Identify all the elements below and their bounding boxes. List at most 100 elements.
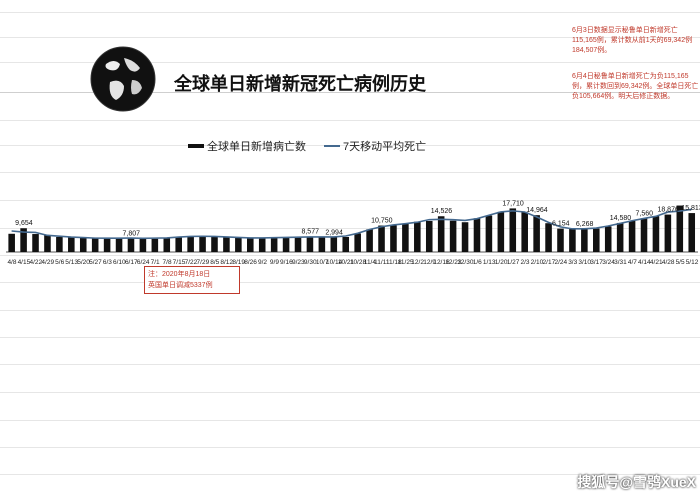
bar bbox=[91, 238, 99, 252]
bar bbox=[32, 234, 39, 252]
bar bbox=[449, 220, 457, 252]
bar bbox=[354, 233, 361, 252]
bar bbox=[402, 223, 409, 252]
gridline bbox=[0, 310, 700, 311]
x-tick-label: 9/9 bbox=[270, 259, 279, 266]
x-tick-label: 7/1 bbox=[151, 259, 160, 266]
data-label: 15,813 bbox=[681, 205, 700, 212]
bar bbox=[139, 237, 147, 252]
bar bbox=[390, 225, 397, 252]
x-tick-label: 2/24 bbox=[554, 259, 567, 266]
data-label: 2,994 bbox=[325, 229, 343, 236]
gridline bbox=[0, 364, 700, 365]
callout-box: 注：2020年8月18日 英国单日调减5337例 bbox=[144, 266, 240, 294]
bar bbox=[652, 216, 660, 252]
bar bbox=[593, 228, 600, 252]
bar bbox=[378, 225, 385, 252]
bar bbox=[270, 237, 278, 252]
bar bbox=[151, 238, 159, 252]
gridline bbox=[0, 120, 700, 121]
gridline bbox=[0, 392, 700, 393]
data-label: 14,580 bbox=[610, 215, 632, 222]
annotation-note-1: 6月3日数据显示秘鲁单日新增死亡115,165例，累计数从前1天的69,342例… bbox=[572, 27, 693, 54]
data-label: 7,560 bbox=[636, 210, 654, 217]
bar bbox=[640, 218, 648, 252]
bar bbox=[318, 236, 326, 252]
data-label: 6,154 bbox=[552, 221, 570, 228]
bar bbox=[437, 216, 445, 252]
bar bbox=[628, 220, 636, 252]
x-tick-label: 4/7 bbox=[628, 259, 637, 266]
x-tick-label: 3/31 bbox=[614, 259, 627, 266]
bar bbox=[664, 214, 672, 252]
bar bbox=[258, 238, 266, 252]
x-tick-label: 9/2 bbox=[258, 259, 267, 266]
bar bbox=[306, 236, 314, 252]
gridline bbox=[0, 172, 700, 173]
data-label: 14,964 bbox=[526, 207, 548, 214]
bar bbox=[461, 222, 469, 252]
gridline bbox=[0, 447, 700, 448]
bar bbox=[223, 236, 230, 252]
bar bbox=[56, 236, 63, 252]
bar bbox=[581, 229, 588, 252]
x-tick-label: 4/28 bbox=[662, 259, 675, 266]
chart-title: 全球单日新增新冠死亡病例历史 bbox=[174, 74, 426, 94]
data-label: 7,807 bbox=[123, 230, 141, 237]
x-tick-label: 4/8 bbox=[7, 259, 16, 266]
bar bbox=[342, 236, 350, 252]
bar bbox=[366, 229, 373, 252]
annotation-note-2: 6月4日秘鲁单日新增死亡为负115,165例，累计数回到69,342例。全球单日… bbox=[572, 73, 699, 100]
x-tick-label: 5/12 bbox=[686, 259, 699, 266]
x-tick-label: 5/5 bbox=[676, 259, 685, 266]
x-tick-label: 7/29 bbox=[197, 259, 210, 266]
bar bbox=[79, 237, 87, 252]
bar bbox=[425, 220, 433, 252]
bar bbox=[688, 213, 696, 252]
x-tick-label: 3/3 bbox=[568, 259, 577, 266]
legend: 全球单日新增病亡数 7天移动平均死亡 bbox=[188, 138, 426, 154]
bar bbox=[521, 212, 528, 252]
gridline bbox=[0, 420, 700, 421]
x-tick-label: 7/8 bbox=[163, 259, 172, 266]
bar bbox=[473, 218, 481, 252]
bar bbox=[127, 238, 135, 252]
legend-bar-swatch bbox=[188, 144, 204, 148]
bar bbox=[414, 221, 421, 252]
bar bbox=[294, 237, 302, 252]
x-tick-label: 5/6 bbox=[55, 259, 64, 266]
data-label: 14,526 bbox=[431, 208, 453, 215]
globe-icon bbox=[88, 44, 158, 114]
bar bbox=[68, 236, 75, 252]
bar bbox=[557, 228, 564, 252]
bar bbox=[509, 208, 517, 252]
x-tick-label: 6/24 bbox=[137, 259, 150, 266]
x-tick-label: 8/5 bbox=[210, 259, 219, 266]
data-label: 8,577 bbox=[301, 229, 319, 236]
bar bbox=[497, 211, 505, 252]
bar bbox=[8, 233, 15, 252]
x-tick-label: 8/26 bbox=[244, 259, 257, 266]
x-tick-label: 4/29 bbox=[41, 259, 54, 266]
bar bbox=[604, 226, 612, 252]
gridline bbox=[0, 12, 700, 13]
data-label: 9,654 bbox=[15, 220, 33, 227]
bar bbox=[330, 237, 338, 252]
bar bbox=[616, 222, 624, 252]
callout-line-2: 英国单日调减5337例 bbox=[148, 282, 213, 289]
bar bbox=[247, 237, 254, 252]
bar bbox=[282, 237, 290, 252]
bar bbox=[211, 236, 218, 252]
x-tick-label: 2/3 bbox=[520, 259, 529, 266]
bar bbox=[115, 237, 123, 252]
data-label: 18,876 bbox=[657, 207, 679, 214]
gridline bbox=[0, 337, 700, 338]
x-tick-label: 5/27 bbox=[89, 259, 102, 266]
chart-area: 4/8 4/15 4/22 4/29 5/6 5/13 5/20 5/27 6/3 6/10 6/1… bbox=[6, 200, 700, 266]
bar bbox=[187, 236, 194, 252]
callout-line-1: 注：2020年8月18日 bbox=[148, 271, 211, 278]
bar bbox=[569, 228, 576, 252]
bar bbox=[235, 237, 242, 252]
x-tick-label: 1/27 bbox=[507, 259, 520, 266]
bar bbox=[199, 236, 206, 252]
